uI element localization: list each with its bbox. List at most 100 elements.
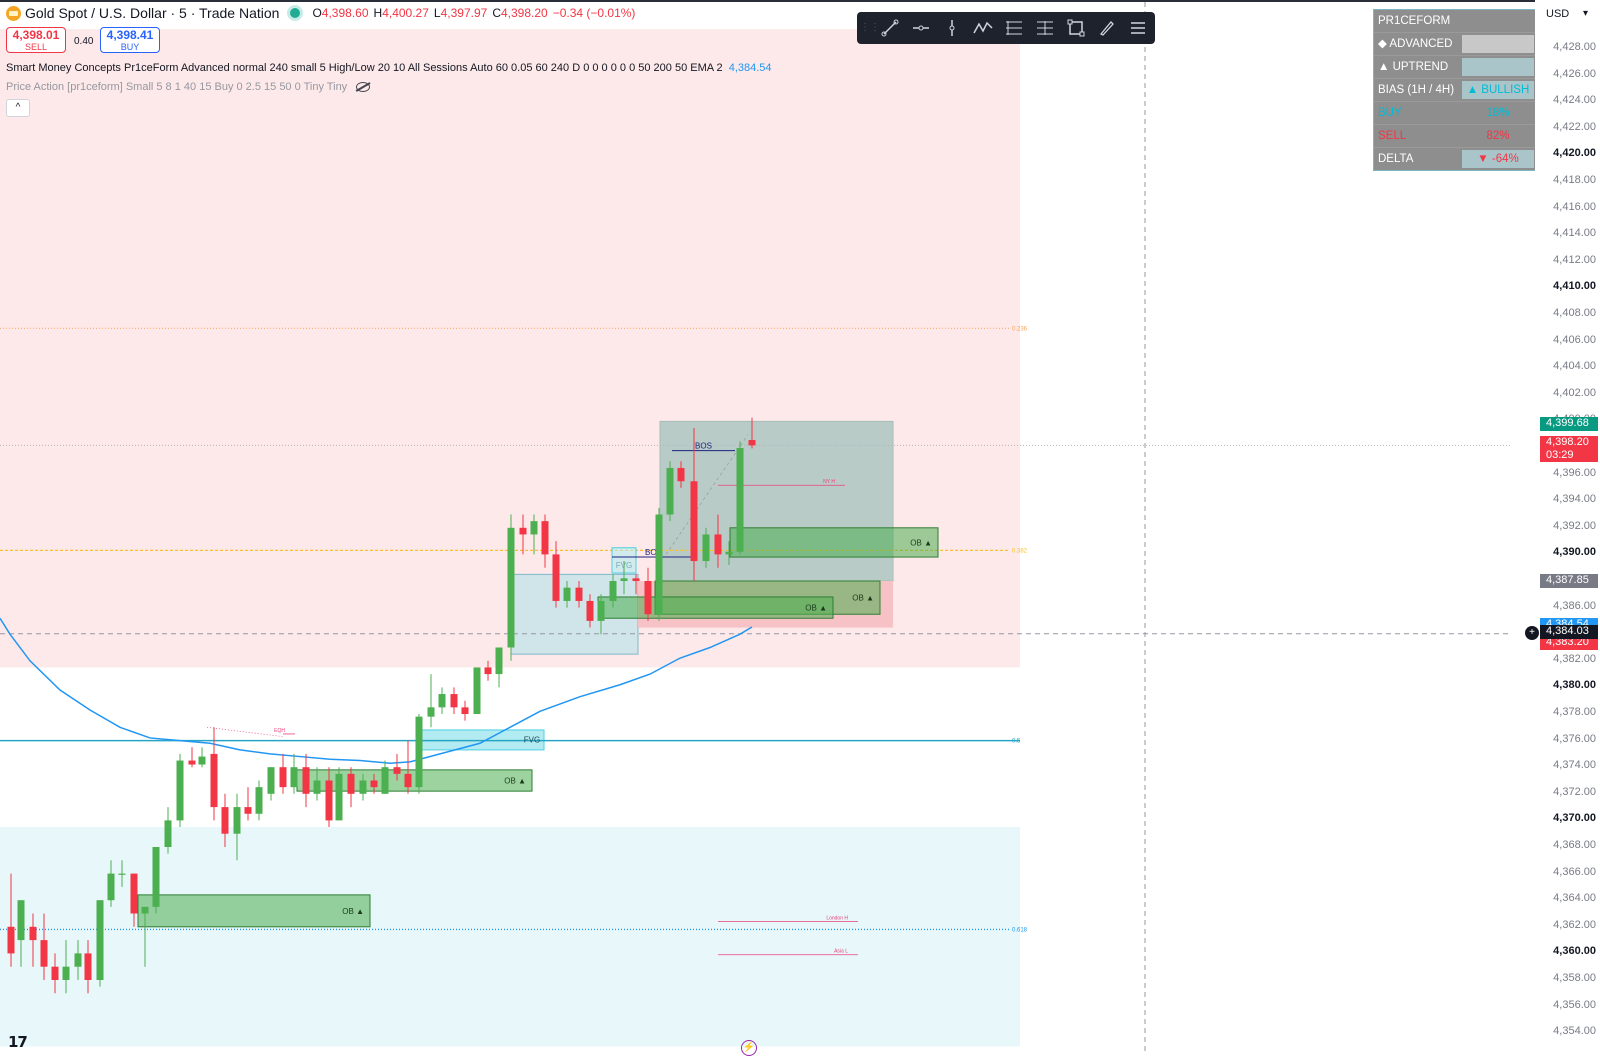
buy-button[interactable]: 4,398.41 BUY — [100, 27, 160, 53]
candle-body — [530, 521, 538, 535]
signal-label: BIAS (1H / 4H) — [1378, 84, 1455, 96]
candle-body — [404, 773, 412, 788]
price-axis[interactable]: 4,428.00 4,426.00 4,424.00 4,422.00 4,420.00… — [1535, 0, 1600, 1055]
candle-body — [164, 820, 172, 847]
ohlc-value: 4,397.97 — [440, 6, 488, 20]
candle-body — [438, 694, 446, 708]
price-tick: 4,358.00 — [1553, 972, 1596, 984]
candle-body — [748, 440, 756, 446]
level-label: 0.618 — [1012, 927, 1028, 933]
price-tick: 4,402.00 — [1553, 386, 1596, 399]
short-position-icon[interactable] — [1029, 12, 1060, 44]
indicator-pa-text: Price Action [pr1ceform] Small 5 8 1 40 … — [6, 81, 348, 93]
price-tag-value: 4,398.20 — [1546, 436, 1589, 449]
sell-label: SELL — [24, 42, 48, 52]
bos-label: BOS — [695, 442, 712, 451]
candle-body — [393, 767, 401, 774]
signal-value — [1462, 35, 1534, 53]
price-chart[interactable]: 0.236 0.382 0.5 0.618 OB ▲ OB ▲ OB ▲ OB ▲ OB ▲ FV… — [0, 2, 1510, 1055]
crosshair-add-icon[interactable]: + — [1525, 626, 1539, 640]
candle-body — [130, 873, 138, 914]
candle-body — [198, 756, 206, 765]
sell-button[interactable]: 4,398.01 SELL — [6, 27, 66, 53]
candle-body — [586, 600, 594, 621]
candle-body — [519, 527, 527, 535]
candle-body — [347, 773, 355, 794]
candle-body — [118, 873, 126, 875]
currency-selector[interactable]: USD — [1540, 3, 1592, 25]
ohlc-key: H — [373, 6, 383, 20]
signal-row: DELTA ▼ -64% — [1374, 148, 1535, 170]
path-icon[interactable] — [967, 12, 998, 44]
price-tag-countdown: 03:29 — [1546, 449, 1574, 462]
signal-value — [1462, 58, 1534, 76]
ohlc-value: 4,398.60 — [321, 6, 369, 20]
signal-row: BUY 18% — [1374, 102, 1535, 125]
symbol-header: Gold Spot / U.S. Dollar · 5 · Trade Nati… — [6, 5, 640, 21]
price-tick: 4,410.00 — [1553, 280, 1596, 293]
candle-body — [74, 953, 82, 967]
price-tag-value: 4,384.03 — [1546, 624, 1589, 637]
indicator-smc-legend[interactable]: Smart Money Concepts Pr1ceForm Advanced … — [6, 62, 772, 74]
price-tag: 4,398.20 03:29 — [1540, 436, 1598, 463]
session-label: EQH — [274, 728, 285, 734]
price-tick: 4,374.00 — [1553, 759, 1596, 772]
price-tick: 4,390.00 — [1553, 546, 1596, 559]
signal-value — [1462, 12, 1534, 30]
candle-body — [473, 667, 481, 714]
candle-body — [666, 467, 674, 515]
candle-body — [415, 716, 423, 788]
candle-body — [632, 578, 640, 581]
candle-body — [279, 767, 287, 788]
session-label: NY H — [823, 479, 835, 485]
price-tick: 4,364.00 — [1553, 892, 1596, 905]
more-menu-icon[interactable] — [1122, 12, 1153, 44]
symbol-title[interactable]: Gold Spot / U.S. Dollar · 5 · Trade Nati… — [25, 5, 279, 21]
price-tick: 4,396.00 — [1553, 466, 1596, 479]
price-tick: 4,354.00 — [1553, 1025, 1596, 1038]
candle-body — [450, 694, 458, 708]
candle-body — [484, 667, 492, 675]
signal-row: SELL 82% — [1374, 125, 1535, 148]
ohlc-value: 4,398.20 — [500, 6, 548, 20]
chart-pane[interactable]: 0.236 0.382 0.5 0.618 OB ▲ OB ▲ OB ▲ OB ▲ OB ▲ FV… — [0, 2, 1510, 1055]
candle-body — [359, 780, 367, 794]
signal-label: ▲ UPTREND — [1378, 61, 1449, 73]
brush-icon[interactable] — [1091, 12, 1122, 44]
long-position-icon[interactable] — [998, 12, 1029, 44]
candle-body — [290, 767, 298, 788]
signal-panel: PR1CEFORM ◆ ADVANCED ▲ UPTREND BIAS (1H / 4… — [1373, 9, 1536, 171]
candle-body — [644, 581, 652, 615]
collapse-legend-button[interactable]: ^ — [6, 99, 30, 117]
hidden-eye-icon[interactable] — [356, 82, 371, 93]
rectangle-icon[interactable] — [1060, 12, 1091, 44]
tradingview-logo-icon[interactable]: 17 — [8, 1033, 28, 1051]
signal-label: SELL — [1378, 130, 1407, 142]
price-tick: 4,392.00 — [1553, 519, 1596, 532]
drawing-toolbar: ⋮⋮ — [857, 12, 1155, 44]
signal-row: ◆ ADVANCED — [1374, 33, 1535, 56]
bolt-icon[interactable]: ⚡ — [741, 1040, 757, 1056]
horizontal-ray-icon[interactable] — [905, 12, 936, 44]
price-tick: 4,360.00 — [1553, 945, 1596, 958]
candle-body — [563, 587, 571, 601]
price-tick: 4,408.00 — [1553, 307, 1596, 319]
candle-body — [176, 760, 184, 821]
candle-body — [96, 900, 104, 980]
candle-body — [552, 554, 560, 601]
vertical-line-icon[interactable] — [936, 12, 967, 44]
order-block — [137, 894, 371, 928]
price-tick: 4,368.00 — [1553, 839, 1596, 851]
buy-label: BUY — [120, 42, 140, 52]
trend-line-icon[interactable] — [874, 12, 905, 44]
level-label: 0.5 — [1012, 739, 1021, 745]
session-label: London H — [826, 915, 848, 921]
price-tick: 4,386.00 — [1553, 599, 1596, 612]
price-tick: 4,428.00 — [1553, 41, 1596, 53]
toolbar-drag-handle[interactable]: ⋮⋮ — [860, 18, 880, 38]
price-tick: 4,418.00 — [1553, 174, 1596, 186]
price-tick: 4,412.00 — [1553, 253, 1596, 266]
order-block — [729, 527, 939, 558]
indicator-pa-legend[interactable]: Price Action [pr1ceform] Small 5 8 1 40 … — [6, 81, 371, 93]
ohlc-key: C — [492, 6, 501, 20]
